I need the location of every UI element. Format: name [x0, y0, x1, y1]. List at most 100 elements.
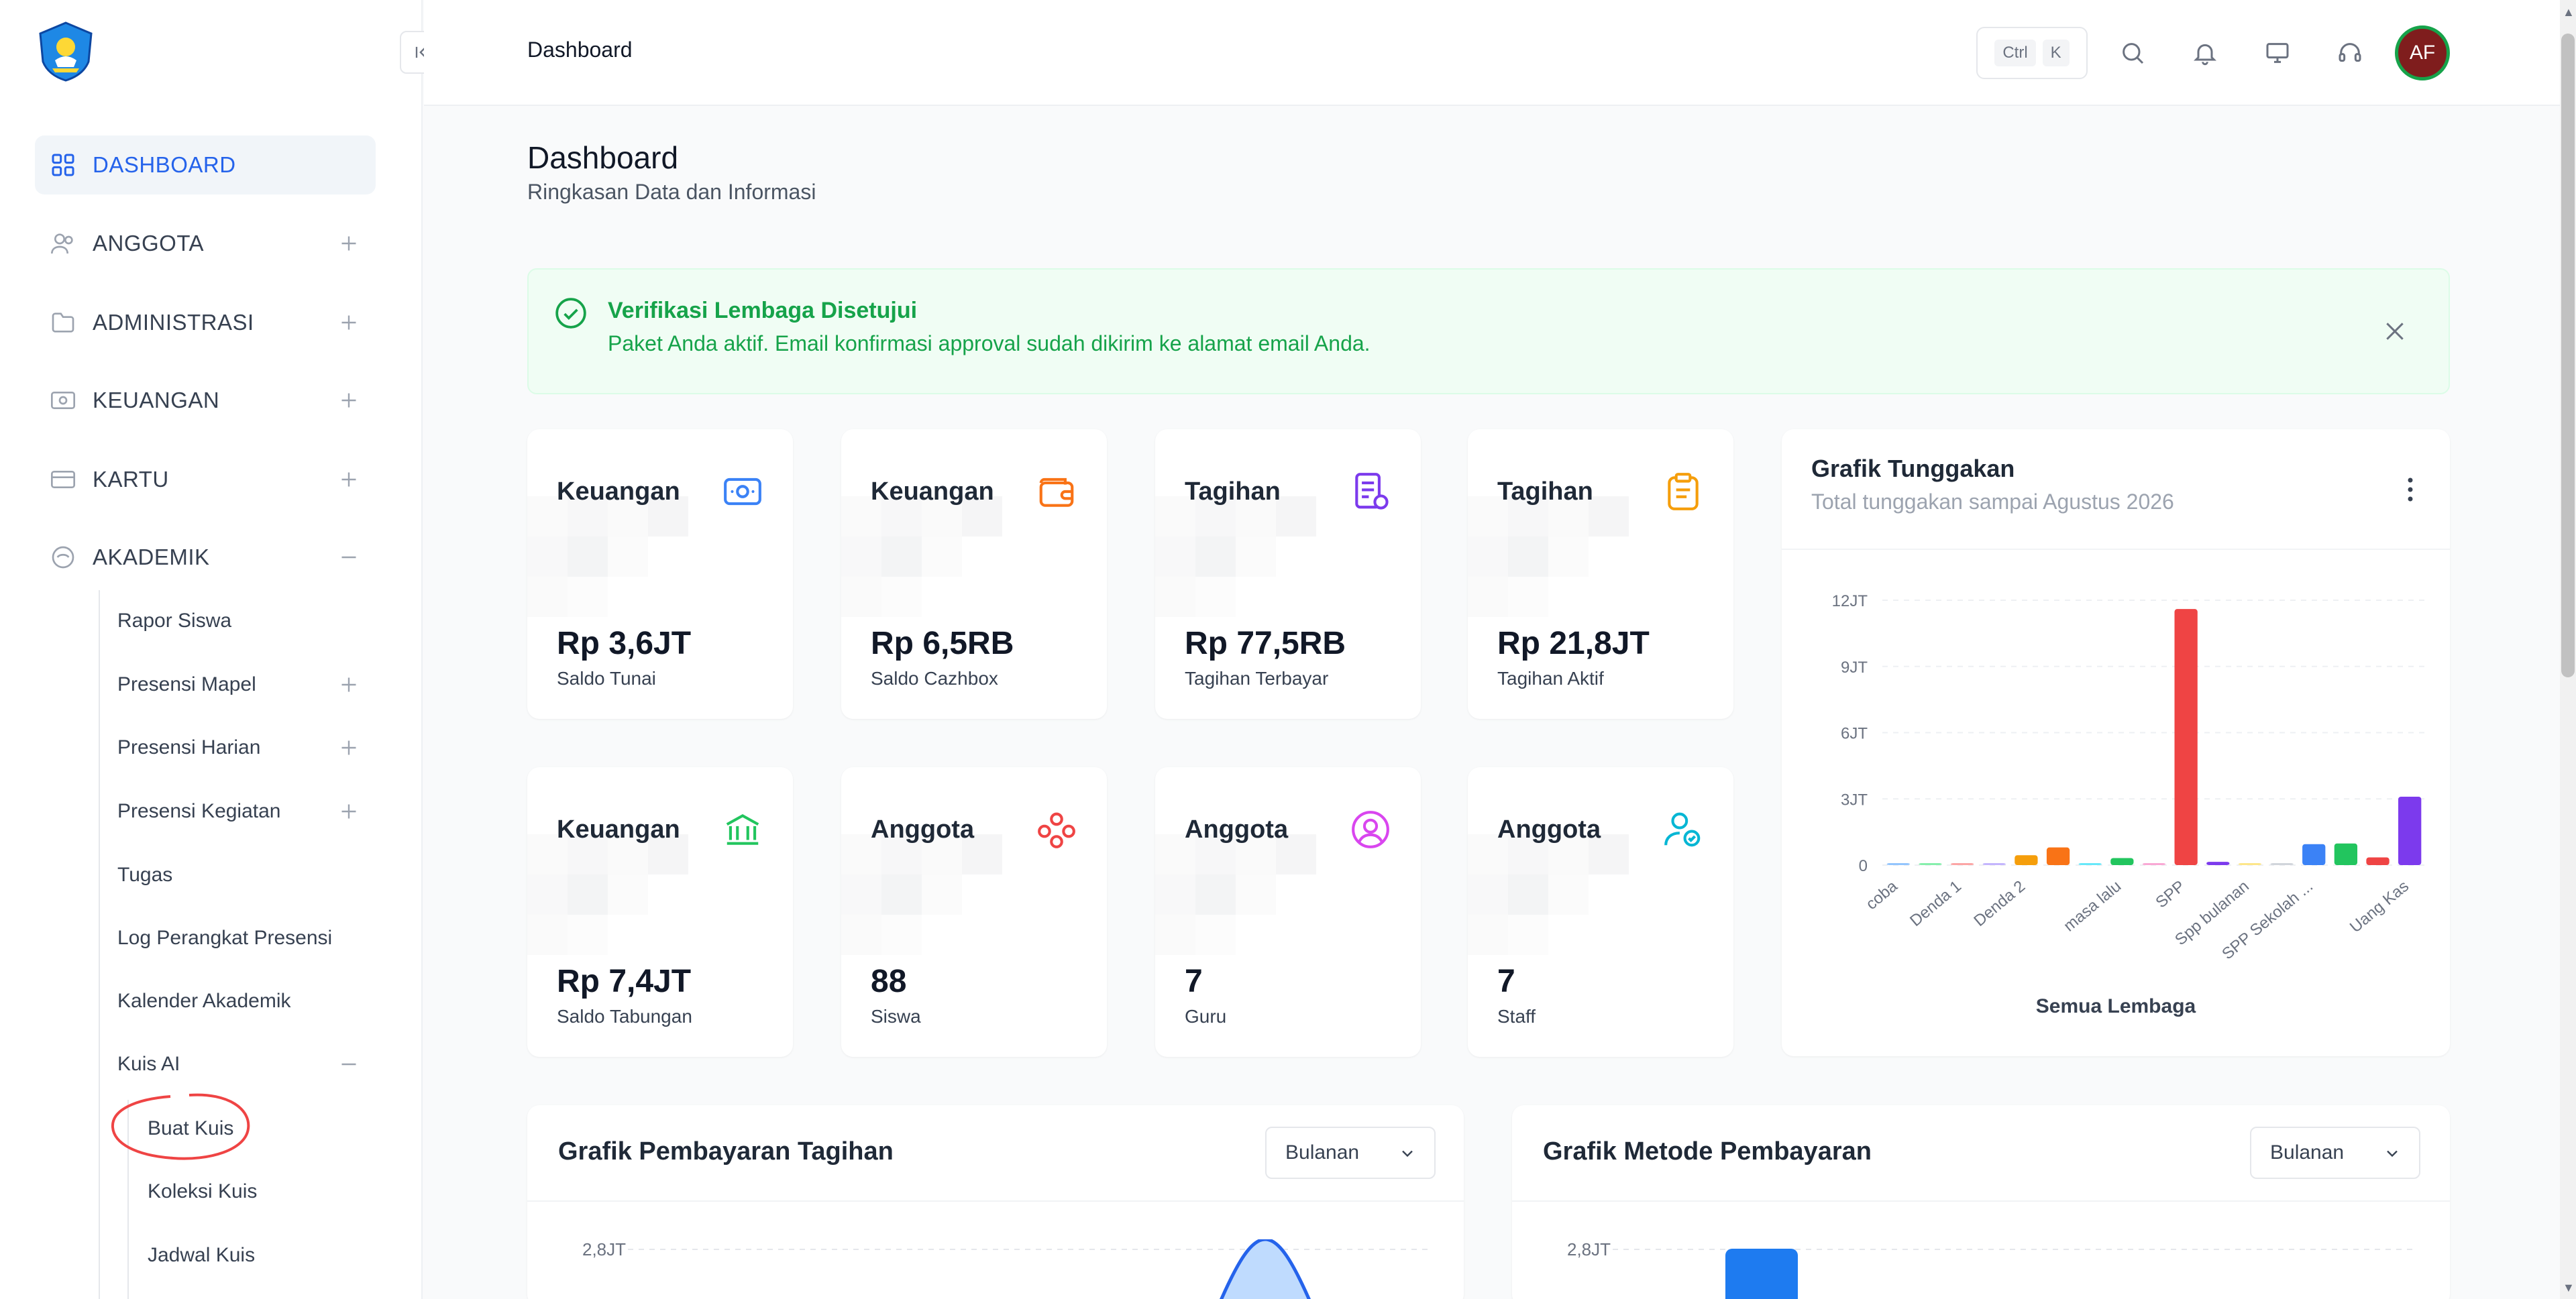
sidebar-subitem-kuis-ai[interactable]: Kuis AI: [117, 1041, 376, 1088]
subitem-label: Tugas: [117, 864, 173, 886]
check-circle-icon: [555, 298, 586, 329]
group-icon: [1038, 812, 1075, 848]
card-pattern: [1468, 496, 1629, 617]
plus-icon: [341, 740, 356, 755]
stat-label: Staff: [1497, 1006, 1536, 1027]
chart-bar[interactable]: [2015, 855, 2038, 865]
sidebar-item-akademik[interactable]: AKADEMIK: [35, 528, 376, 587]
close-icon[interactable]: [2381, 318, 2408, 345]
card-pattern: [527, 496, 688, 617]
avatar[interactable]: AF: [2395, 25, 2450, 80]
chart-bar[interactable]: [2142, 863, 2166, 865]
sidebar-item-label: ANGGOTA: [93, 231, 205, 256]
chart-bar[interactable]: [2270, 863, 2294, 865]
sidebar: DASHBOARD ANGGOTA ADMINISTRASI KEUANGAN …: [0, 0, 443, 1299]
stat-title: Tagihan: [1497, 477, 1593, 506]
stat-label: Tagihan Aktif: [1497, 668, 1604, 689]
chart-bar[interactable]: [2398, 796, 2422, 865]
chart-subtitle: Total tunggakan sampai Agustus 2026: [1811, 490, 2174, 514]
stat-value: Rp 7,4JT: [557, 964, 692, 999]
x-tick-label: coba: [1862, 877, 1901, 913]
stat-label: Saldo Tunai: [557, 668, 656, 689]
alert-title: Verifikasi Lembaga Disetujui: [608, 298, 918, 323]
grid-icon: [48, 150, 78, 180]
submenu-guide-line: [99, 590, 100, 1299]
wallet-icon: [1039, 477, 1074, 507]
stat-card: Tagihan Rp 77,5RB Tagihan Terbayar: [1155, 429, 1421, 719]
card-divider: [1512, 1200, 2450, 1202]
sidebar-subitem-tugas[interactable]: Tugas: [117, 852, 376, 899]
user-check-icon: [1664, 812, 1701, 847]
bill-paid-icon: [1355, 473, 1389, 510]
card-icon: [48, 465, 78, 494]
chart-bar[interactable]: [2046, 847, 2070, 865]
subitem-label: Presensi Kegiatan: [117, 800, 281, 822]
pembayaran-tagihan-card: Grafik Pembayaran Tagihan Bulanan 2,8JT: [527, 1105, 1464, 1299]
scrollbar-thumb[interactable]: [2561, 34, 2575, 677]
bell-icon[interactable]: [2188, 36, 2222, 70]
sidebar-subitem-presensi-mapel[interactable]: Presensi Mapel: [117, 661, 376, 708]
y-tick-label: 9JT: [1841, 659, 1868, 677]
headset-icon[interactable]: [2333, 36, 2367, 70]
y-tick-label: 2,8JT: [1567, 1239, 1611, 1259]
stat-title: Keuangan: [557, 477, 680, 506]
sidebar-item-keuangan[interactable]: KEUANGAN: [35, 371, 376, 430]
chart-bar[interactable]: [2110, 858, 2134, 865]
sidebar-item-label: ADMINISTRASI: [93, 310, 254, 335]
chart-bar[interactable]: [1919, 863, 1942, 865]
stat-title: Anggota: [1185, 815, 1289, 844]
chart-bar[interactable]: [2174, 609, 2198, 865]
x-tick-label: Uang Kas: [2347, 877, 2412, 936]
period-select[interactable]: Bulanan: [2250, 1127, 2420, 1179]
monitor-icon[interactable]: [2261, 36, 2294, 70]
top-header: [424, 0, 2560, 106]
sidebar-subitem-jadwal-kuis[interactable]: Jadwal Kuis: [148, 1232, 255, 1279]
stat-card: Anggota 7 Guru: [1155, 767, 1421, 1057]
clipboard-icon: [1668, 473, 1699, 510]
scroll-up-arrow-icon[interactable]: ▲: [2563, 5, 2575, 19]
stat-label: Guru: [1185, 1006, 1227, 1027]
chart-bar[interactable]: [1886, 863, 1910, 865]
period-select[interactable]: Bulanan: [1265, 1127, 1436, 1179]
more-vertical-icon[interactable]: [2406, 476, 2415, 503]
command-search-button[interactable]: Ctrl K: [1976, 27, 2088, 79]
y-tick-label: 6JT: [1841, 725, 1868, 743]
cash-icon: [724, 477, 761, 506]
chart-bar[interactable]: [2366, 857, 2390, 865]
chart-bar[interactable]: [1950, 863, 1974, 865]
sidebar-subitem-rapor-siswa[interactable]: Rapor Siswa: [117, 598, 376, 644]
red-circle-annotation: [111, 1093, 250, 1160]
chart-bar[interactable]: [2334, 843, 2358, 865]
select-value: Bulanan: [2270, 1141, 2345, 1164]
sidebar-subitem-presensi-kegiatan[interactable]: Presensi Kegiatan: [117, 788, 376, 835]
stat-label: Saldo Cazhbox: [871, 668, 998, 689]
x-tick-label: Denda 1: [1907, 877, 1965, 930]
stat-value: 88: [871, 964, 907, 999]
chart-bar[interactable]: [2206, 862, 2230, 865]
sidebar-item-kartu[interactable]: KARTU: [35, 450, 376, 509]
sidebar-subitem-kalender-akademik[interactable]: Kalender Akademik: [117, 978, 376, 1025]
ctrl-key: Ctrl: [1994, 40, 2036, 66]
chart-bar[interactable]: [2078, 863, 2102, 865]
scroll-down-arrow-icon[interactable]: ▼: [2563, 1281, 2575, 1295]
plus-icon: [341, 236, 356, 251]
sidebar-item-administrasi[interactable]: ADMINISTRASI: [35, 293, 376, 352]
chart-footer-label: Semua Lembaga: [2036, 995, 2196, 1017]
stat-card: Keuangan Rp 3,6JT Saldo Tunai: [527, 429, 793, 719]
sidebar-item-dashboard[interactable]: DASHBOARD: [35, 135, 376, 194]
card-pattern: [841, 834, 1002, 955]
chart-bar[interactable]: [1982, 863, 2006, 865]
card-pattern: [1468, 834, 1629, 955]
alert-message: Paket Anda aktif. Email konfirmasi appro…: [608, 331, 1371, 355]
sidebar-subitem-koleksi-kuis[interactable]: Koleksi Kuis: [148, 1168, 257, 1215]
sidebar-subitem-log-perangkat[interactable]: Log Perangkat Presensi: [117, 915, 376, 962]
y-tick-label: 0: [1859, 857, 1868, 875]
sidebar-item-anggota[interactable]: ANGGOTA: [35, 214, 376, 273]
chart-bar[interactable]: [2238, 863, 2262, 865]
y-tick-label: 2,8JT: [582, 1239, 627, 1259]
sidebar-subitem-presensi-harian[interactable]: Presensi Harian: [117, 724, 376, 771]
search-icon[interactable]: [2116, 36, 2149, 70]
chart-bar[interactable]: [2302, 844, 2326, 865]
select-value: Bulanan: [1285, 1141, 1360, 1164]
subitem-label: Presensi Harian: [117, 736, 261, 758]
